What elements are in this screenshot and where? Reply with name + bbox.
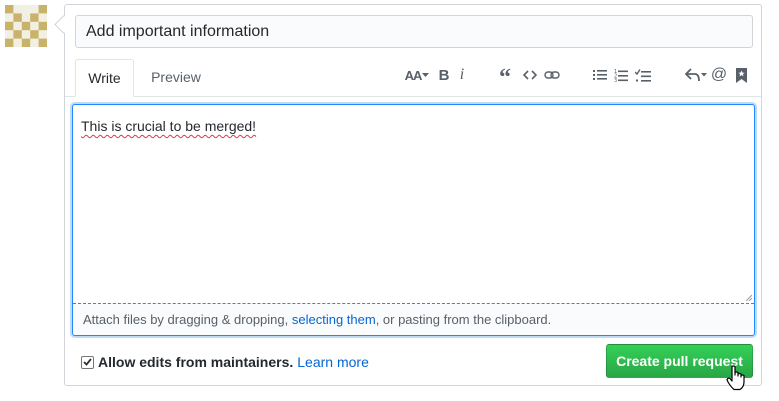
reply-icon[interactable]	[684, 64, 708, 86]
svg-text:3: 3	[614, 78, 617, 82]
select-files-link[interactable]: selecting them	[292, 312, 376, 327]
tab-write[interactable]: Write	[75, 59, 134, 97]
identicon-avatar-icon	[5, 5, 47, 47]
attach-prefix-text: Attach files by dragging & dropping,	[83, 312, 292, 327]
maintainer-edits-row: Allow edits from maintainers. Learn more	[81, 352, 369, 372]
allow-edits-checkbox[interactable]	[81, 355, 94, 369]
quote-icon[interactable]: “	[496, 64, 514, 90]
link-icon[interactable]	[543, 64, 561, 86]
comment-text: This is crucial to be merged!	[81, 118, 257, 134]
bold-icon[interactable]: B	[437, 64, 451, 86]
checkmark-icon	[83, 358, 92, 366]
mention-icon[interactable]: @	[711, 64, 727, 86]
title-input[interactable]	[75, 15, 753, 48]
text-size-icon[interactable]: AA	[403, 64, 431, 86]
allow-edits-label[interactable]: Allow edits from maintainers.	[98, 354, 293, 370]
tab-preview[interactable]: Preview	[141, 59, 211, 97]
bullet-list-icon[interactable]	[591, 64, 609, 86]
resize-grip-icon[interactable]	[744, 293, 752, 301]
attach-suffix-text: , or pasting from the clipboard.	[375, 312, 552, 327]
code-icon[interactable]	[521, 64, 539, 86]
avatar[interactable]	[5, 5, 47, 47]
learn-more-link[interactable]: Learn more	[297, 354, 369, 370]
numbered-list-icon[interactable]: 1 2 3	[612, 64, 630, 86]
comment-textarea[interactable]: This is crucial to be merged! Attach fil…	[72, 104, 755, 336]
hand-cursor-icon	[726, 365, 745, 391]
bookmark-icon[interactable]	[734, 64, 748, 86]
task-list-icon[interactable]	[633, 64, 653, 86]
file-attachment-bar[interactable]: Attach files by dragging & dropping, sel…	[73, 303, 754, 335]
italic-icon[interactable]: i	[456, 64, 468, 86]
